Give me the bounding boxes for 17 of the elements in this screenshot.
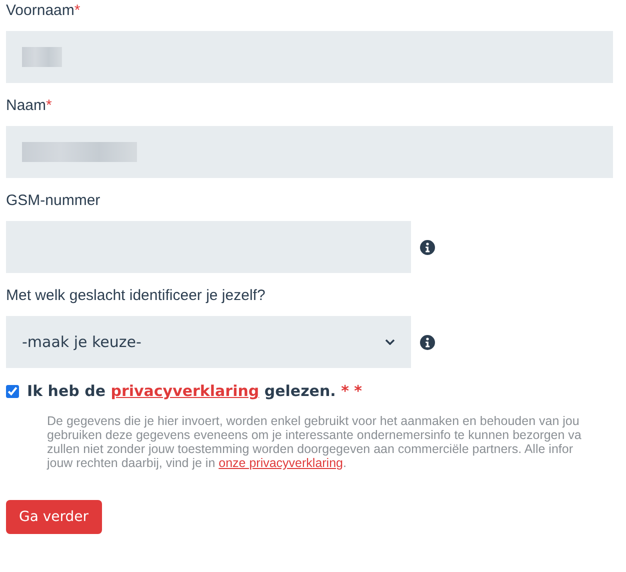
input-field[interactable] [6, 126, 613, 178]
gender-select[interactable]: -maak je keuze- [6, 316, 411, 368]
caret-icon [385, 339, 395, 345]
consent-label: Ik heb de privacyverklaring gelezen. * * [27, 382, 362, 400]
info-icon[interactable] [420, 240, 435, 254]
field-label: GSM-nummer [6, 192, 100, 209]
field-label: Naam* [6, 97, 52, 114]
submit-button[interactable]: Ga verder [6, 500, 102, 534]
consent-checkbox[interactable] [6, 384, 19, 398]
privacy-link[interactable]: onze privacyverklaring [218, 456, 343, 470]
info-icon[interactable] [420, 334, 435, 350]
input-field[interactable] [6, 31, 613, 83]
field-label: Met welk geslacht identificeer je jezelf? [6, 287, 266, 304]
privacy-link[interactable]: privacyverklaring [110, 382, 260, 400]
privacy-notice: De gegevens die je hier invoert, worden enkel gebruikt voor het aanmaken en behouden van jou gebruiken deze gegevens eveneens om je interessante ondernemersinfo te kunnen bezorgen va zullen niet zonder jouw toestemming worden doorgegeven aan commerciële partners. Alle infor jouw rechten daarbij, vind je in onze privacyverklaring. [47, 414, 582, 470]
input-field[interactable] [6, 221, 411, 273]
field-label: Voornaam* [6, 2, 80, 19]
